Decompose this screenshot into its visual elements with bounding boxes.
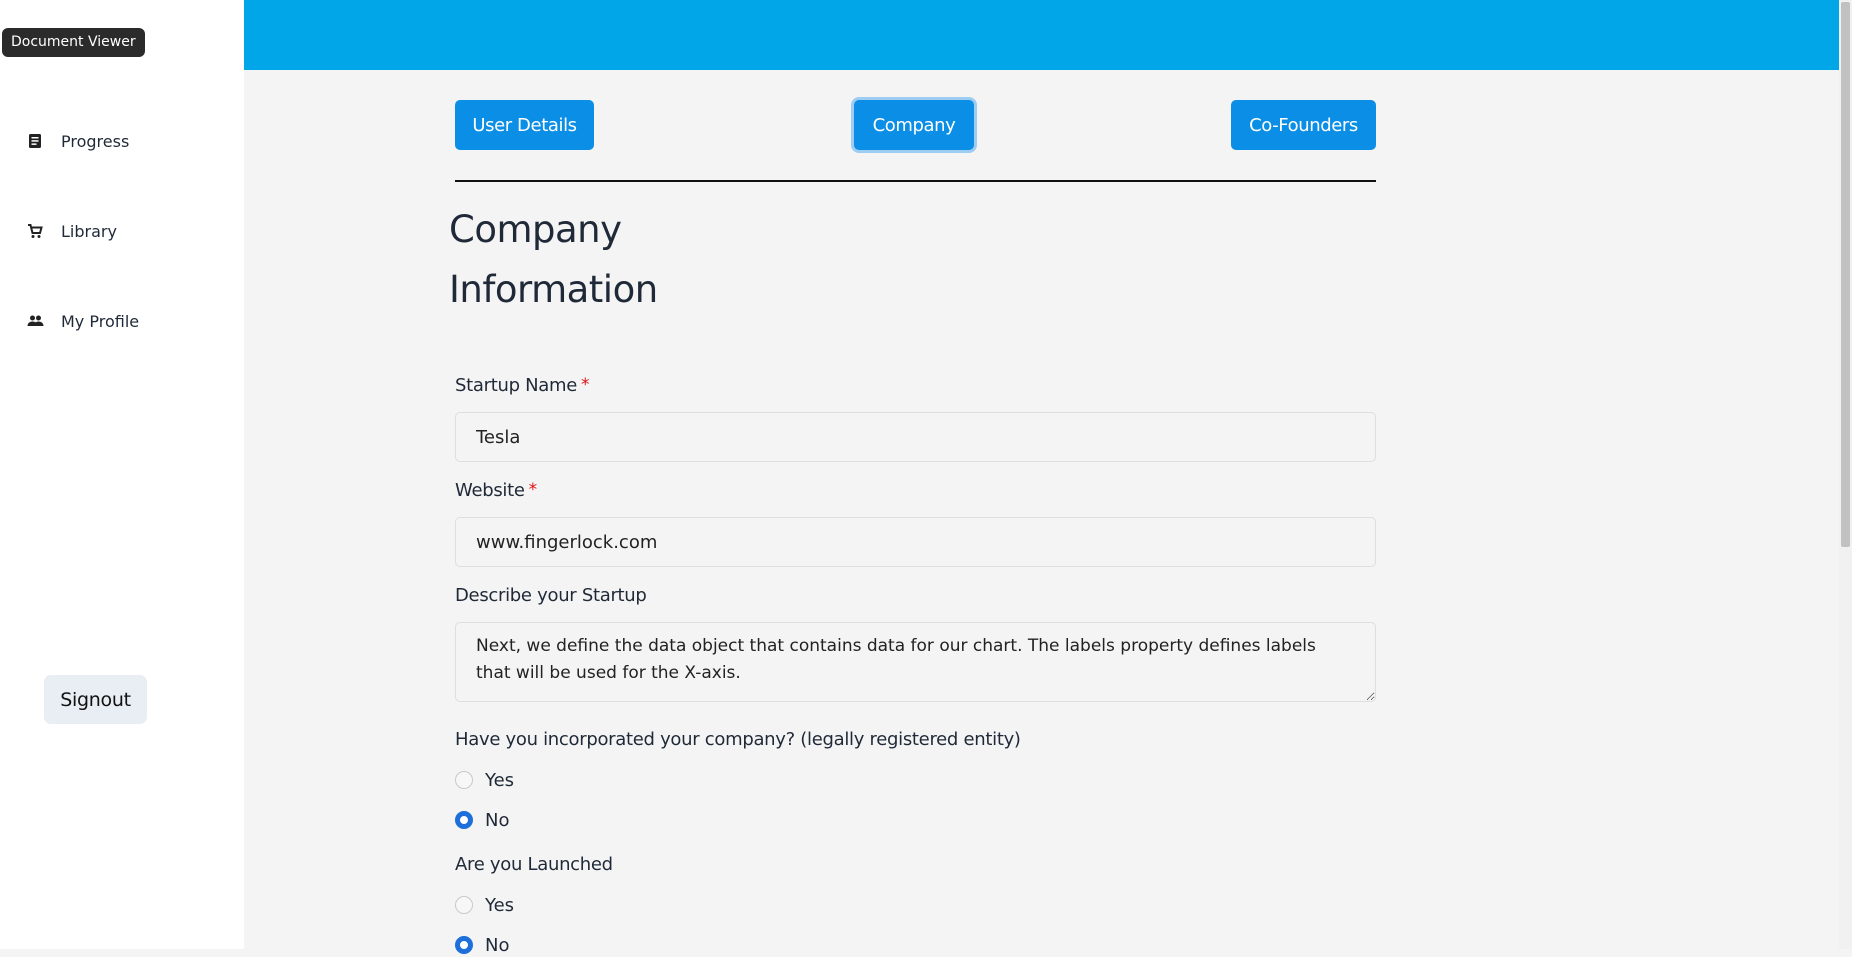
launched-yes-option[interactable]: Yes xyxy=(455,893,514,917)
website-input[interactable] xyxy=(455,517,1376,567)
launched-no-option[interactable]: No xyxy=(455,933,509,957)
incorporated-question: Have you incorporated your company? (leg… xyxy=(455,729,1021,750)
radio-label: No xyxy=(485,809,510,831)
sidebar-item-library[interactable]: Library xyxy=(26,219,117,243)
sidebar: Document Viewer Progress Library My Prof… xyxy=(0,0,244,949)
sidebar-item-label: My Profile xyxy=(61,311,140,331)
top-bar xyxy=(244,0,1839,70)
tab-co-founders[interactable]: Co-Founders xyxy=(1231,100,1376,150)
radio-label: Yes xyxy=(485,894,515,916)
people-icon xyxy=(26,312,44,330)
startup-name-label: Startup Name * xyxy=(455,375,590,396)
tab-user-details[interactable]: User Details xyxy=(455,100,594,150)
required-mark: * xyxy=(528,480,538,500)
tab-company[interactable]: Company xyxy=(854,100,974,150)
describe-startup-textarea[interactable]: Next, we define the data object that con… xyxy=(455,622,1376,702)
incorporated-no-option[interactable]: No xyxy=(455,808,509,832)
sidebar-item-progress[interactable]: Progress xyxy=(26,129,129,153)
radio-button[interactable] xyxy=(455,936,473,954)
radio-button[interactable] xyxy=(455,896,473,914)
describe-startup-label: Describe your Startup xyxy=(455,585,647,606)
scrollbar-thumb[interactable] xyxy=(1841,2,1850,547)
signout-button[interactable]: Signout xyxy=(44,675,147,724)
sidebar-item-my-profile[interactable]: My Profile xyxy=(26,309,139,333)
radio-label: No xyxy=(485,934,510,956)
launched-question: Are you Launched xyxy=(455,854,613,875)
document-icon xyxy=(26,132,44,150)
main-content: User Details Company Co-Founders Company… xyxy=(244,70,1839,956)
scrollbar[interactable] xyxy=(1839,0,1852,949)
radio-button[interactable] xyxy=(455,811,473,829)
website-label: Website * xyxy=(455,480,537,501)
required-mark: * xyxy=(581,375,590,395)
sidebar-item-label: Progress xyxy=(61,131,130,151)
tooltip: Document Viewer xyxy=(2,28,145,57)
startup-name-input[interactable] xyxy=(455,412,1376,462)
cart-icon xyxy=(26,222,44,240)
divider xyxy=(455,180,1376,182)
radio-button[interactable] xyxy=(455,771,473,789)
radio-label: Yes xyxy=(485,769,515,791)
sidebar-item-label: Library xyxy=(61,221,117,241)
page-title: Company Information xyxy=(449,208,658,311)
incorporated-yes-option[interactable]: Yes xyxy=(455,768,514,792)
